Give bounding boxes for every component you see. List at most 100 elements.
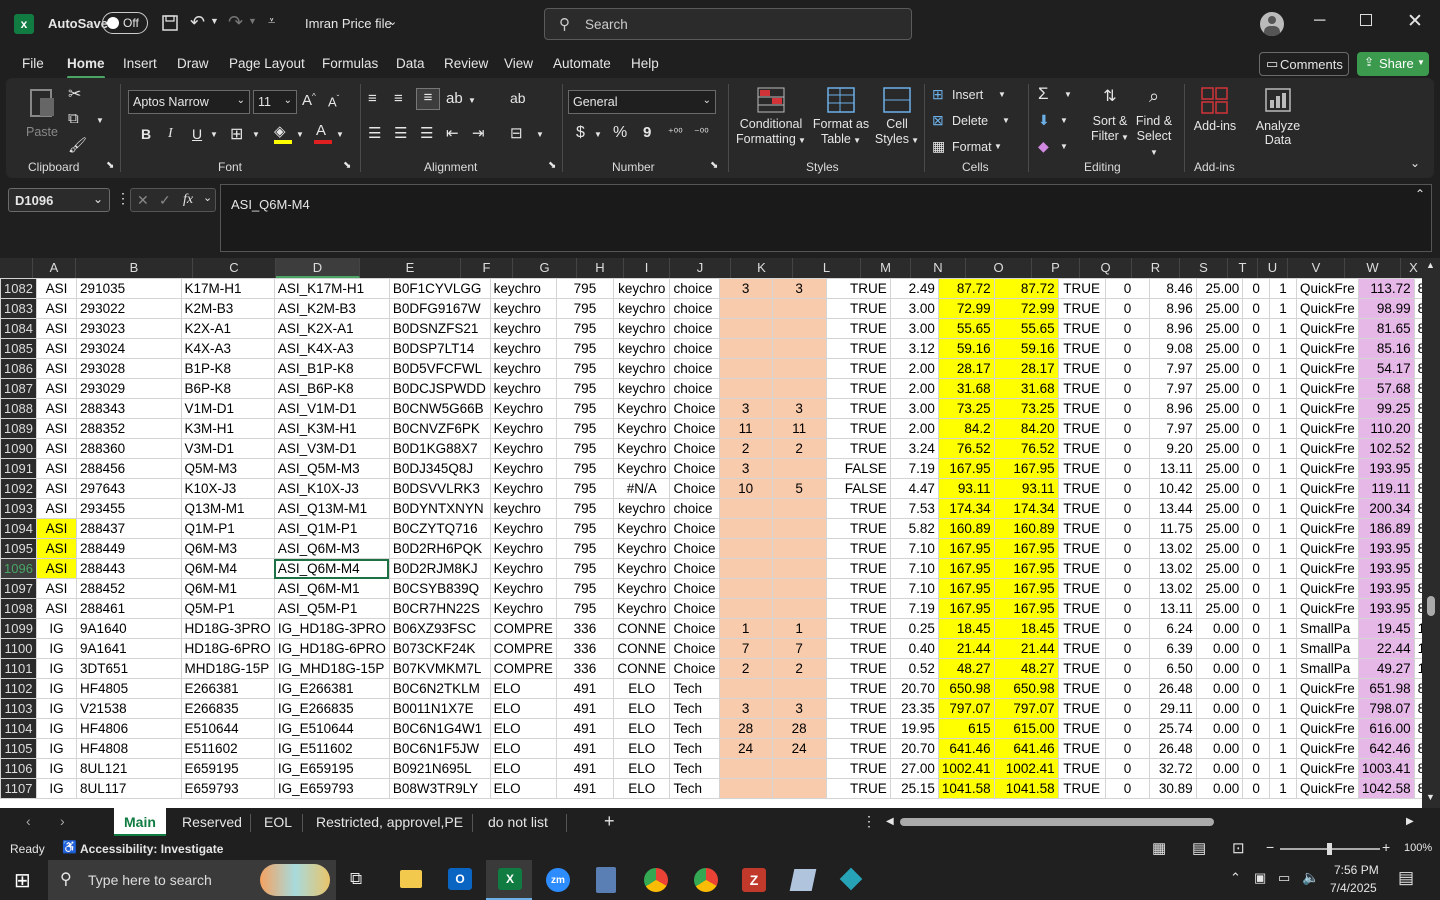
cell-c[interactable]: B1P-K8 <box>180 358 275 379</box>
network-icon[interactable]: ▭ <box>1278 870 1290 886</box>
cell-k[interactable] <box>771 458 827 479</box>
cell-g[interactable]: 795 <box>555 598 614 619</box>
insert-dropdown-icon[interactable]: ▼ <box>998 90 1006 99</box>
cell-n[interactable]: 797.07 <box>937 698 995 719</box>
cell-c[interactable]: K4X-A3 <box>180 338 275 359</box>
align-bottom-icon[interactable]: ≡ <box>416 88 440 110</box>
cell-n[interactable]: 167.95 <box>937 598 995 619</box>
cell-n[interactable]: 28.17 <box>937 358 995 379</box>
cell-d[interactable]: ASI_Q6M-M1 <box>273 578 390 599</box>
cell-v[interactable]: QuickFre <box>1295 498 1359 519</box>
cell-s[interactable]: 25.00 <box>1195 598 1244 619</box>
cell-w[interactable]: 81.65 <box>1357 318 1415 339</box>
sheet-tab-reserved[interactable]: Reserved <box>172 808 252 836</box>
column-header-v[interactable]: V <box>1288 258 1345 278</box>
cell-i[interactable]: choice <box>669 318 720 339</box>
cell-m[interactable]: 4.47 <box>889 478 939 499</box>
cell-r[interactable]: 10.42 <box>1149 478 1197 499</box>
cell-e[interactable]: B0DSP7LT14 <box>388 338 491 359</box>
cell-u[interactable]: 1 <box>1269 278 1297 299</box>
cell-c[interactable]: V1M-D1 <box>180 398 275 419</box>
accessibility-status[interactable]: Accessibility: Investigate <box>80 842 223 856</box>
autosave-toggle[interactable]: Off <box>102 12 148 34</box>
cell-c[interactable]: E266835 <box>180 698 275 719</box>
cell-o[interactable]: 1041.58 <box>993 778 1059 799</box>
cell-i[interactable]: Choice <box>669 398 720 419</box>
cell-l[interactable]: TRUE <box>825 658 891 679</box>
row-header[interactable]: 1106 <box>0 758 37 779</box>
decrease-decimal-icon[interactable]: ⁻⁰⁰ <box>694 126 709 139</box>
cell-m[interactable]: 3.00 <box>889 398 939 419</box>
cell-n[interactable]: 59.16 <box>937 338 995 359</box>
cell-o[interactable]: 59.16 <box>993 338 1059 359</box>
cell-g[interactable]: 795 <box>555 518 614 539</box>
underline-dropdown-icon[interactable]: ▼ <box>210 130 218 139</box>
cell-p[interactable]: TRUE <box>1057 618 1106 639</box>
cell-b[interactable]: 293023 <box>76 318 182 339</box>
minimize-icon[interactable]: ─ <box>1314 12 1325 30</box>
cell-e[interactable]: B0C6N1G4W1 <box>388 718 491 739</box>
filezilla-icon[interactable]: Z <box>742 868 766 892</box>
cell-r[interactable]: 9.20 <box>1149 438 1197 459</box>
cell-k[interactable] <box>771 358 827 379</box>
format-as-table-button[interactable]: Format as Table ▼ <box>812 86 870 156</box>
cell-t[interactable]: 0 <box>1242 718 1271 739</box>
column-header-n[interactable]: N <box>911 258 966 278</box>
cell-l[interactable]: TRUE <box>825 538 891 559</box>
increase-font-icon[interactable]: A^ <box>302 92 316 109</box>
cell-w[interactable]: 119.11 <box>1357 478 1415 499</box>
formula-input[interactable]: ASI_Q6M-M4 ⌃ <box>220 184 1432 252</box>
currency-dropdown-icon[interactable]: ▼ <box>594 130 602 139</box>
column-header-u[interactable]: U <box>1258 258 1288 278</box>
cell-s[interactable]: 25.00 <box>1195 478 1244 499</box>
cell-s[interactable]: 0.00 <box>1195 738 1244 759</box>
cell-c[interactable]: Q5M-M3 <box>180 458 275 479</box>
row-header[interactable]: 1092 <box>0 478 37 499</box>
paste-button[interactable]: Paste <box>26 86 60 152</box>
cell-f[interactable]: keychro <box>489 318 557 339</box>
scroll-up-icon[interactable]: ▲ <box>1426 260 1435 270</box>
notifications-icon[interactable]: ▤ <box>1398 868 1414 888</box>
cell-s[interactable]: 0.00 <box>1195 618 1244 639</box>
delete-cells-icon[interactable]: ⊠ <box>932 112 944 129</box>
table-row[interactable]: 1092 ASI 297643 K10X-J3 ASI_K10X-J3 B0DSVVLRK… <box>0 478 1440 499</box>
cell-q[interactable]: 0 <box>1104 478 1151 499</box>
cell-q[interactable]: 0 <box>1104 718 1151 739</box>
cell-s[interactable]: 0.00 <box>1195 718 1244 739</box>
cell-j[interactable] <box>718 358 773 379</box>
cell-r[interactable]: 13.02 <box>1149 538 1197 559</box>
cell-p[interactable]: TRUE <box>1057 278 1106 299</box>
cell-q[interactable]: 0 <box>1104 778 1151 799</box>
cell-j[interactable]: 24 <box>718 738 773 759</box>
cell-m[interactable]: 25.15 <box>889 778 939 799</box>
cell-h[interactable]: keychro <box>612 338 671 359</box>
cell-b[interactable]: 293029 <box>76 378 182 399</box>
cell-f[interactable]: keychro <box>489 338 557 359</box>
cell-e[interactable]: B0C6N1F5JW <box>388 738 491 759</box>
align-right-icon[interactable]: ☰ <box>420 124 433 142</box>
clear-dropdown-icon[interactable]: ▼ <box>1060 142 1068 151</box>
cell-p[interactable]: TRUE <box>1057 518 1106 539</box>
cell-f[interactable]: keychro <box>489 298 557 319</box>
cell-v[interactable]: SmallPa <box>1295 658 1359 679</box>
cell-c[interactable]: E266381 <box>180 678 275 699</box>
fx-dropdown-icon[interactable]: ⌄ <box>203 191 212 204</box>
cell-a[interactable]: ASI <box>35 298 78 319</box>
cell-m[interactable]: 3.00 <box>889 318 939 339</box>
cell-k[interactable] <box>771 578 827 599</box>
column-header-b[interactable]: B <box>76 258 193 278</box>
row-header[interactable]: 1105 <box>0 738 37 759</box>
column-header-j[interactable]: J <box>670 258 731 278</box>
cell-r[interactable]: 8.96 <box>1149 398 1197 419</box>
cell-m[interactable]: 0.52 <box>889 658 939 679</box>
cell-t[interactable]: 0 <box>1242 458 1271 479</box>
analyze-data-button[interactable]: Analyze Data <box>1252 86 1304 156</box>
cell-u[interactable]: 1 <box>1269 578 1297 599</box>
cell-h[interactable]: keychro <box>612 318 671 339</box>
cell-h[interactable]: ELO <box>612 758 671 779</box>
column-header-k[interactable]: K <box>731 258 793 278</box>
cell-r[interactable]: 13.44 <box>1149 498 1197 519</box>
cell-g[interactable]: 795 <box>555 418 614 439</box>
cell-v[interactable]: QuickFre <box>1295 558 1359 579</box>
accessibility-icon[interactable]: ♿ <box>62 840 77 854</box>
